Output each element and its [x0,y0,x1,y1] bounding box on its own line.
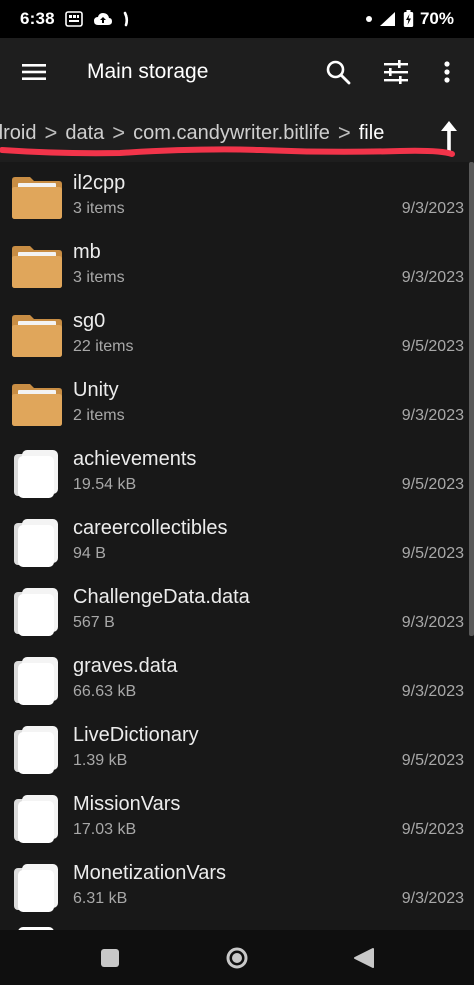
modified-date: 9/3/2023 [401,890,464,907]
breadcrumb-separator: > [44,120,58,145]
arrow-up-icon [440,121,457,153]
filter-button[interactable] [380,56,412,88]
file-row[interactable]: graves.data 66.63 kB 9/3/2023 [0,645,474,714]
more-vert-icon [444,61,450,83]
dot-icon [365,15,373,23]
file-icon [10,584,64,638]
breadcrumb-bar: droid > data > com.candywriter.bitlife >… [0,106,474,162]
modified-date: 9/5/2023 [401,821,464,838]
file-size: 567 B [73,614,115,631]
folder-row[interactable]: sg0 22 items 9/5/2023 [0,300,474,369]
file-name: MissionVars [73,793,181,815]
modified-date: 9/5/2023 [401,752,464,769]
breadcrumb-item-android[interactable]: droid [0,122,36,145]
file-name: il2cpp [73,172,126,194]
file-icon [10,791,64,845]
modified-date: 9/3/2023 [401,614,464,631]
modified-date: 9/3/2023 [401,200,464,217]
file-icon [10,653,64,707]
file-row[interactable]: MonetizationVars 6.31 kB 9/3/2023 [0,852,474,921]
breadcrumb-separator: > [112,120,126,145]
modified-date: 9/3/2023 [401,407,464,424]
file-name: achievements [73,448,197,470]
file-name: sg0 [73,310,106,332]
back-button[interactable] [350,944,378,972]
file-name: LiveDictionary [73,724,199,746]
folder-icon [10,377,64,431]
modified-date: 9/5/2023 [401,476,464,493]
folder-row[interactable]: Unity 2 items 9/3/2023 [0,369,474,438]
modified-date: 9/3/2023 [401,683,464,700]
folder-icon [10,170,64,224]
triangle-back-icon [354,948,374,968]
breadcrumb: droid > data > com.candywriter.bitlife >… [0,120,422,146]
more-options-button[interactable] [431,56,463,88]
item-count: 2 items [73,407,125,424]
file-icon [10,722,64,776]
status-left: 6:38 [20,9,133,29]
file-name: graves.data [73,655,178,677]
file-list: il2cpp 3 items 9/3/2023 mb 3 items 9/3/2023 sg… [0,162,474,930]
modified-date: 9/3/2023 [401,269,464,286]
breadcrumb-item-data[interactable]: data [65,122,104,145]
square-icon [101,949,119,967]
scrollbar[interactable] [469,162,474,636]
recents-button[interactable] [96,944,124,972]
status-right: 70% [365,9,454,29]
menu-button[interactable] [20,58,48,86]
file-size: 6.31 kB [73,890,128,907]
breadcrumb-fade [385,106,430,162]
file-name: mb [73,241,101,263]
file-name: careercollectibles [73,517,228,539]
file-name: Unity [73,379,119,401]
item-count: 22 items [73,338,134,355]
file-icon [10,515,64,569]
home-button[interactable] [223,944,251,972]
file-row[interactable]: careercollectibles 94 B 9/5/2023 [0,507,474,576]
battery-charging-icon [403,10,414,28]
navigate-up-button[interactable] [428,116,462,156]
file-name: MonetizationVars [73,862,227,884]
file-row[interactable]: ChallengeData.data 567 B 9/3/2023 [0,576,474,645]
folder-icon [10,308,64,362]
status-time: 6:38 [20,9,55,28]
file-size: 94 B [73,545,106,562]
modified-date: 9/5/2023 [401,545,464,562]
folder-row[interactable]: il2cpp 3 items 9/3/2023 [0,162,474,231]
battery-percent: 70% [419,9,454,28]
hamburger-icon [22,64,46,80]
file-row[interactable]: achievements 19.54 kB 9/5/2023 [0,438,474,507]
file-name: ChallengeData.data [73,586,250,608]
notification-app-icon [65,11,83,27]
file-size: 66.63 kB [73,683,137,700]
file-size: 17.03 kB [73,821,137,838]
file-row[interactable]: LiveDictionary 1.39 kB 9/5/2023 [0,714,474,783]
item-count: 3 items [73,269,125,286]
circle-icon [226,947,248,969]
app-bar: Main storage [0,38,474,106]
file-row[interactable]: MissionVars 17.03 kB 9/5/2023 [0,783,474,852]
status-bar: 6:38 70% [0,0,474,38]
signal-icon [379,11,397,27]
breadcrumb-separator: > [337,120,351,145]
breadcrumb-item-files[interactable]: file [359,122,385,145]
cloud-upload-icon [93,11,113,27]
item-count: 3 items [73,200,125,217]
search-icon [326,60,351,85]
folder-row[interactable]: mb 3 items 9/3/2023 [0,231,474,300]
folder-icon [10,239,64,293]
file-size: 19.54 kB [73,476,137,493]
navigation-bar [0,930,474,985]
breadcrumb-item-package[interactable]: com.candywriter.bitlife [133,122,330,145]
file-size: 1.39 kB [73,752,128,769]
app-notification-icon [123,11,133,27]
tune-icon [384,60,408,84]
page-title: Main storage [87,60,209,83]
file-icon [10,860,64,914]
search-button[interactable] [322,56,354,88]
modified-date: 9/5/2023 [401,338,464,355]
file-icon [10,446,64,500]
